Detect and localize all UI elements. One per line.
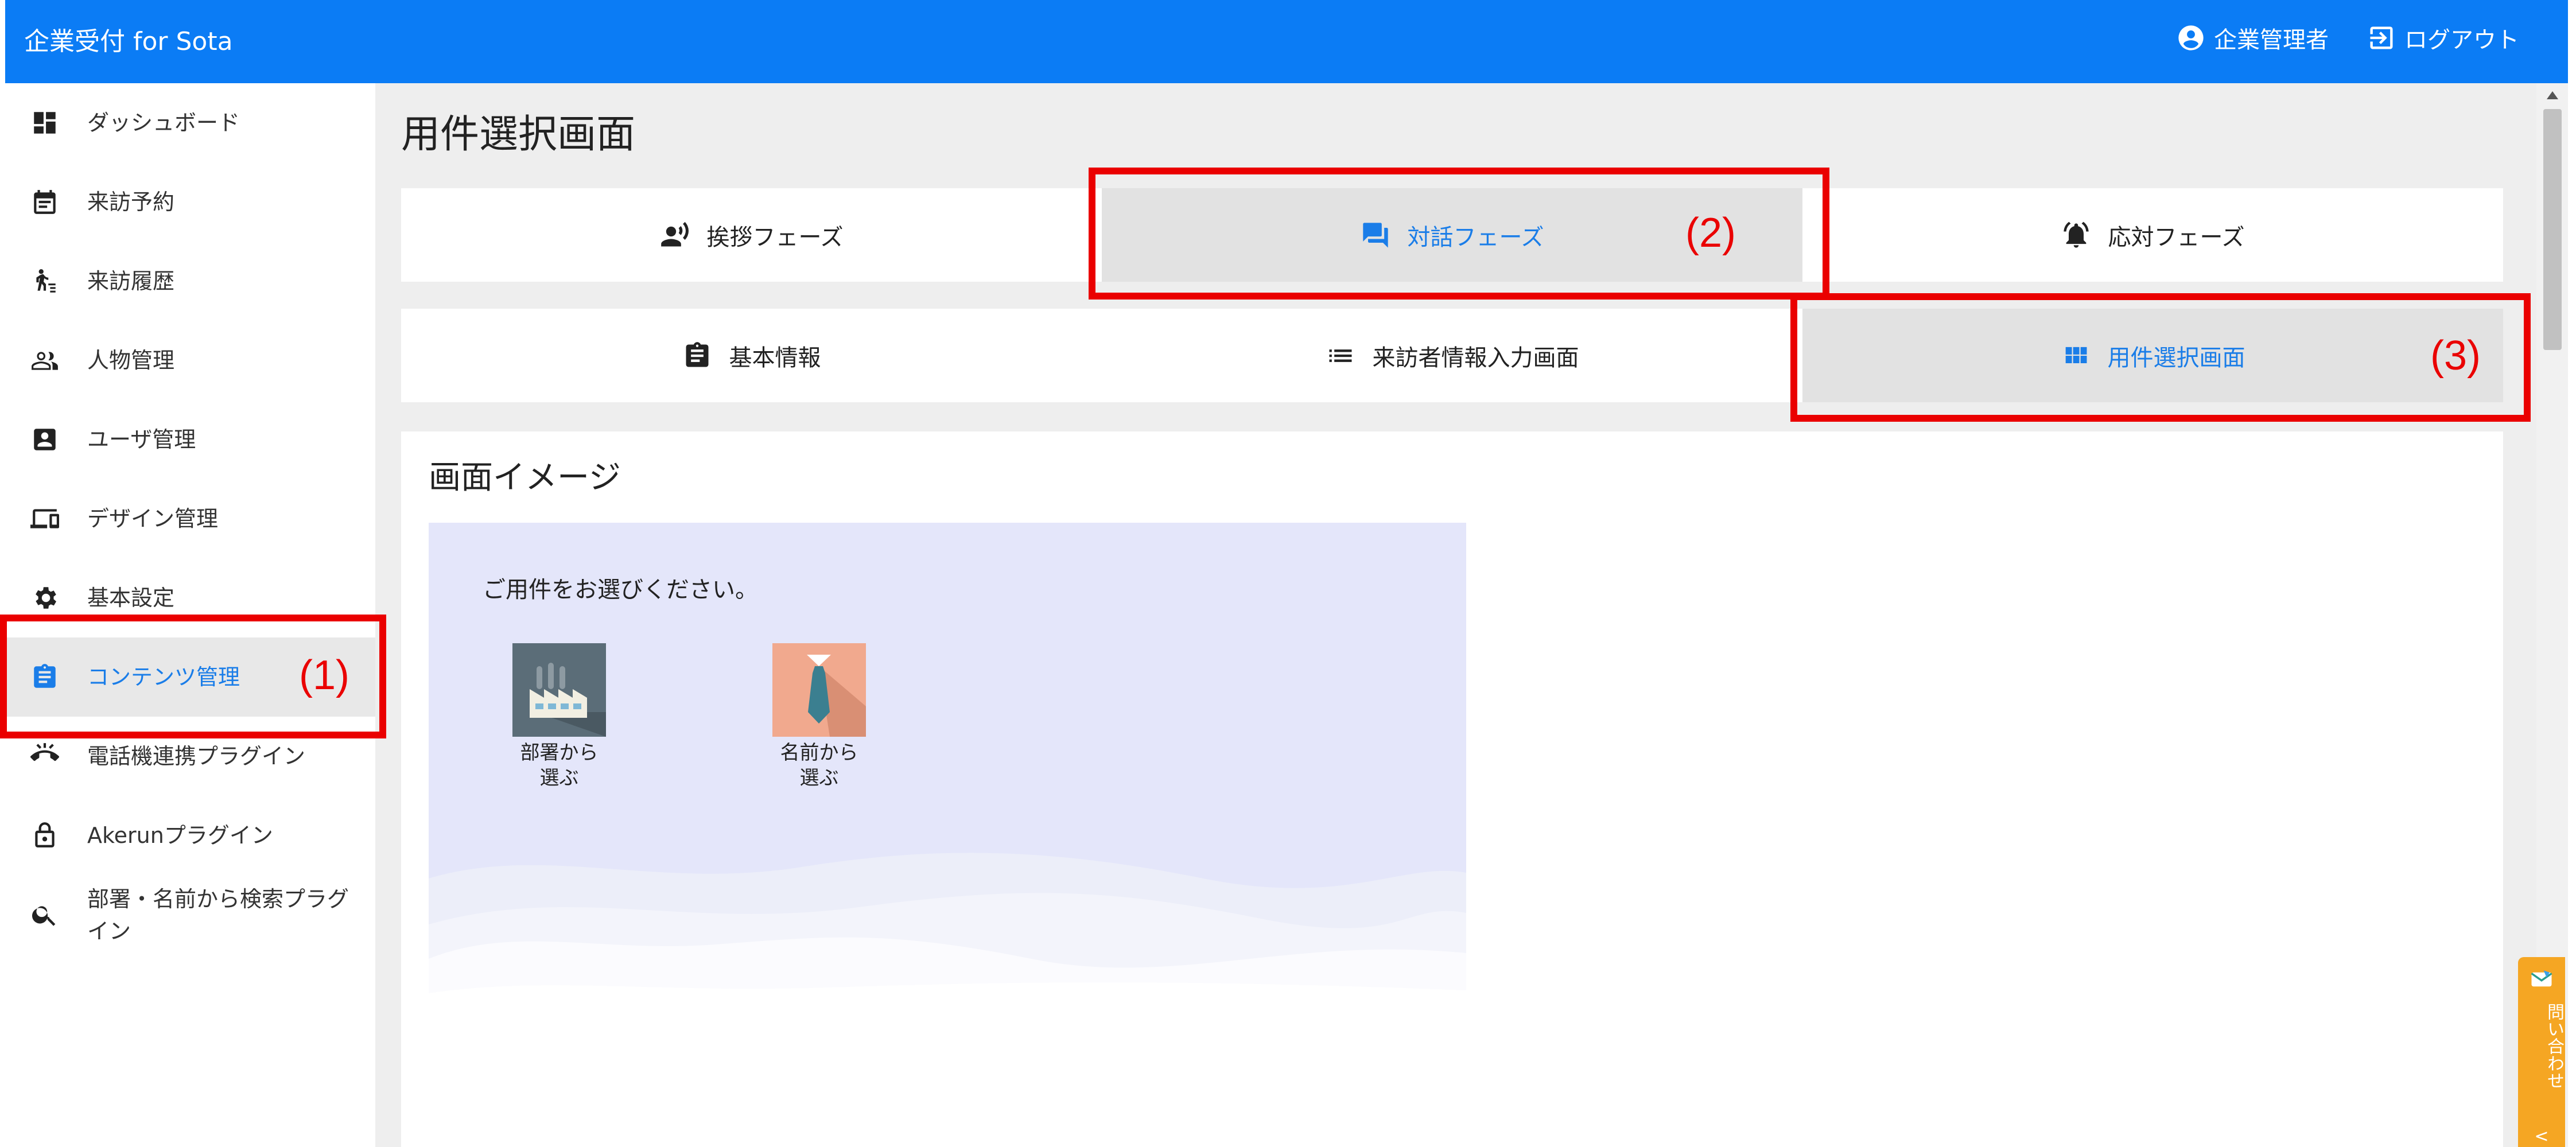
logout-icon (2370, 26, 2393, 49)
choice-by-name[interactable]: 名前から選ぶ (772, 643, 867, 791)
search-icon (30, 900, 59, 929)
logout-button[interactable]: ログアウト (2367, 22, 2519, 54)
account-box-icon (30, 425, 59, 454)
sidebar-item-users[interactable]: ユーザ管理 (5, 400, 375, 479)
annotation-box-3 (1790, 293, 2531, 422)
tab-label: 来訪者情報入力画面 (1372, 344, 1579, 371)
screen-image-card: 画面イメージ ご用件をお選びください。 部署から選ぶ 名前から選ぶ (401, 431, 2503, 1147)
choice-label: 名前から選ぶ (780, 741, 858, 790)
annotation-label-2: (2) (1685, 210, 1736, 256)
screen-preview: ご用件をお選びください。 部署から選ぶ 名前から選ぶ (429, 523, 1466, 1074)
sidebar-item-label: 来訪予約 (87, 189, 175, 215)
annotation-label-3: (3) (2430, 333, 2481, 379)
tab-label: 挨拶フェーズ (706, 224, 844, 251)
speaker-person-icon (660, 221, 689, 246)
sidebar-item-label: Akerunプラグイン (87, 823, 273, 848)
sidebar-item-visit-history[interactable]: 来訪履歴 (5, 242, 375, 321)
sidebar-item-label: 人物管理 (87, 348, 175, 373)
gear-icon (30, 584, 59, 612)
list-icon (1329, 349, 1351, 362)
contact-tab[interactable]: 問い合わせ < (2518, 957, 2565, 1147)
people-icon (30, 346, 59, 375)
scroll-up-arrow-icon[interactable] (2547, 91, 2558, 99)
annotation-label-1: (1) (299, 652, 349, 698)
sidebar-item-people[interactable]: 人物管理 (5, 321, 375, 400)
card-title: 画面イメージ (429, 459, 621, 496)
top-app-bar: 企業受付 for Sota 企業管理者 ログアウト (5, 0, 2568, 83)
preview-prompt: ご用件をお選びください。 (483, 577, 758, 603)
sidebar-item-visit-reservation[interactable]: 来訪予約 (5, 162, 375, 242)
devices-icon (30, 504, 59, 533)
tab-greeting-phase[interactable]: 挨拶フェーズ (401, 188, 1102, 282)
user-label: 企業管理者 (2214, 27, 2329, 53)
walker-icon (30, 267, 59, 296)
sidebar-item-design[interactable]: デザイン管理 (5, 479, 375, 558)
sidebar-item-label: ダッシュボード (87, 110, 240, 135)
tab-visitor-info-input[interactable]: 来訪者情報入力画面 (1102, 309, 1802, 402)
sidebar-item-label: 部署・名前から検索プラグイン (87, 887, 349, 944)
calendar-icon (30, 188, 59, 216)
account-circle-icon (2178, 25, 2204, 50)
contact-label: 問い合わせ (2544, 1003, 2564, 1089)
tab-response-phase[interactable]: 応対フェーズ (1802, 188, 2503, 282)
dashboard-icon (30, 108, 59, 137)
sidebar-item-label: ユーザ管理 (87, 427, 196, 452)
factory-icon (512, 643, 606, 737)
tab-basic-info[interactable]: 基本情報 (401, 309, 1102, 402)
phone-icon (30, 742, 59, 771)
mail-icon (2531, 970, 2552, 987)
sidebar-item-search-plugin[interactable]: 部署・名前から検索プラグイン (5, 875, 375, 954)
app-title[interactable]: 企業受付 for Sota (24, 28, 233, 56)
lock-icon (30, 821, 59, 850)
bell-icon (2063, 221, 2089, 248)
choice-label: 部署から選ぶ (520, 741, 599, 790)
sidebar-item-label: 来訪履歴 (87, 269, 175, 294)
sidebar-item-dashboard[interactable]: ダッシュボード (5, 83, 375, 162)
wave-decoration (429, 853, 1466, 1074)
page-title: 用件選択画面 (401, 112, 636, 157)
tab-label: 応対フェーズ (2108, 224, 2245, 251)
choice-by-department[interactable]: 部署から選ぶ (512, 643, 607, 791)
sidebar-item-akerun-plugin[interactable]: Akerunプラグイン (5, 796, 375, 875)
user-menu[interactable]: 企業管理者 (2176, 22, 2329, 54)
chevron-left-icon: < (2534, 1126, 2549, 1146)
scrollbar-thumb[interactable] (2543, 109, 2562, 350)
tab-label: 基本情報 (729, 344, 821, 371)
sidebar-item-label: デザイン管理 (87, 506, 219, 531)
necktie-icon (772, 643, 866, 737)
logout-label: ログアウト (2404, 27, 2519, 53)
clipboard-icon (686, 341, 708, 367)
